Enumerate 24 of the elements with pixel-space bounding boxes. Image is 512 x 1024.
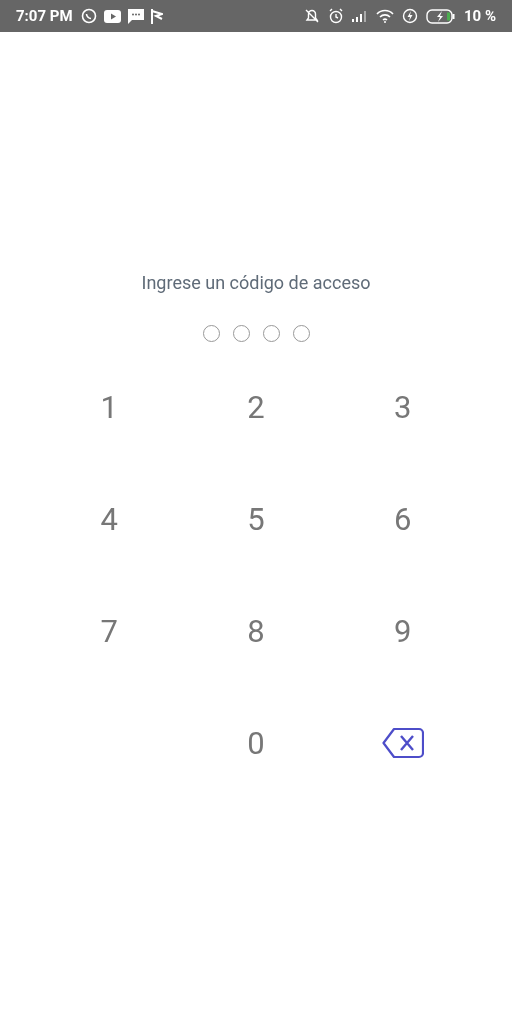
backspace-icon[interactable] bbox=[381, 727, 424, 759]
battery-percent: 10 % bbox=[463, 5, 496, 27]
digit-key[interactable]: 2 bbox=[239, 387, 273, 427]
digit-key[interactable]: 8 bbox=[239, 611, 273, 651]
alarm-icon bbox=[327, 8, 344, 24]
bell-off-icon bbox=[303, 8, 320, 24]
digit-key[interactable]: 9 bbox=[385, 611, 420, 651]
flash-icon bbox=[401, 8, 418, 24]
digit-key[interactable]: 7 bbox=[92, 611, 127, 651]
message-icon bbox=[127, 8, 144, 24]
digit-key[interactable]: 4 bbox=[92, 499, 127, 539]
digit-key[interactable]: 0 bbox=[239, 723, 273, 763]
battery-icon bbox=[425, 8, 456, 24]
digit-key[interactable]: 6 bbox=[385, 499, 420, 539]
play-icon bbox=[103, 9, 121, 23]
digit-key[interactable]: 3 bbox=[385, 387, 420, 427]
status-time: 7:07 PM bbox=[16, 5, 73, 27]
flag-icon bbox=[150, 8, 163, 24]
wifi-icon bbox=[375, 9, 394, 23]
chat-bubble-icon bbox=[80, 8, 97, 24]
signal-icon bbox=[351, 10, 368, 22]
passcode-prompt: Ingrese un código de acceso bbox=[141, 271, 371, 295]
digit-key[interactable]: 5 bbox=[239, 499, 273, 539]
digit-key[interactable]: 1 bbox=[92, 387, 127, 427]
